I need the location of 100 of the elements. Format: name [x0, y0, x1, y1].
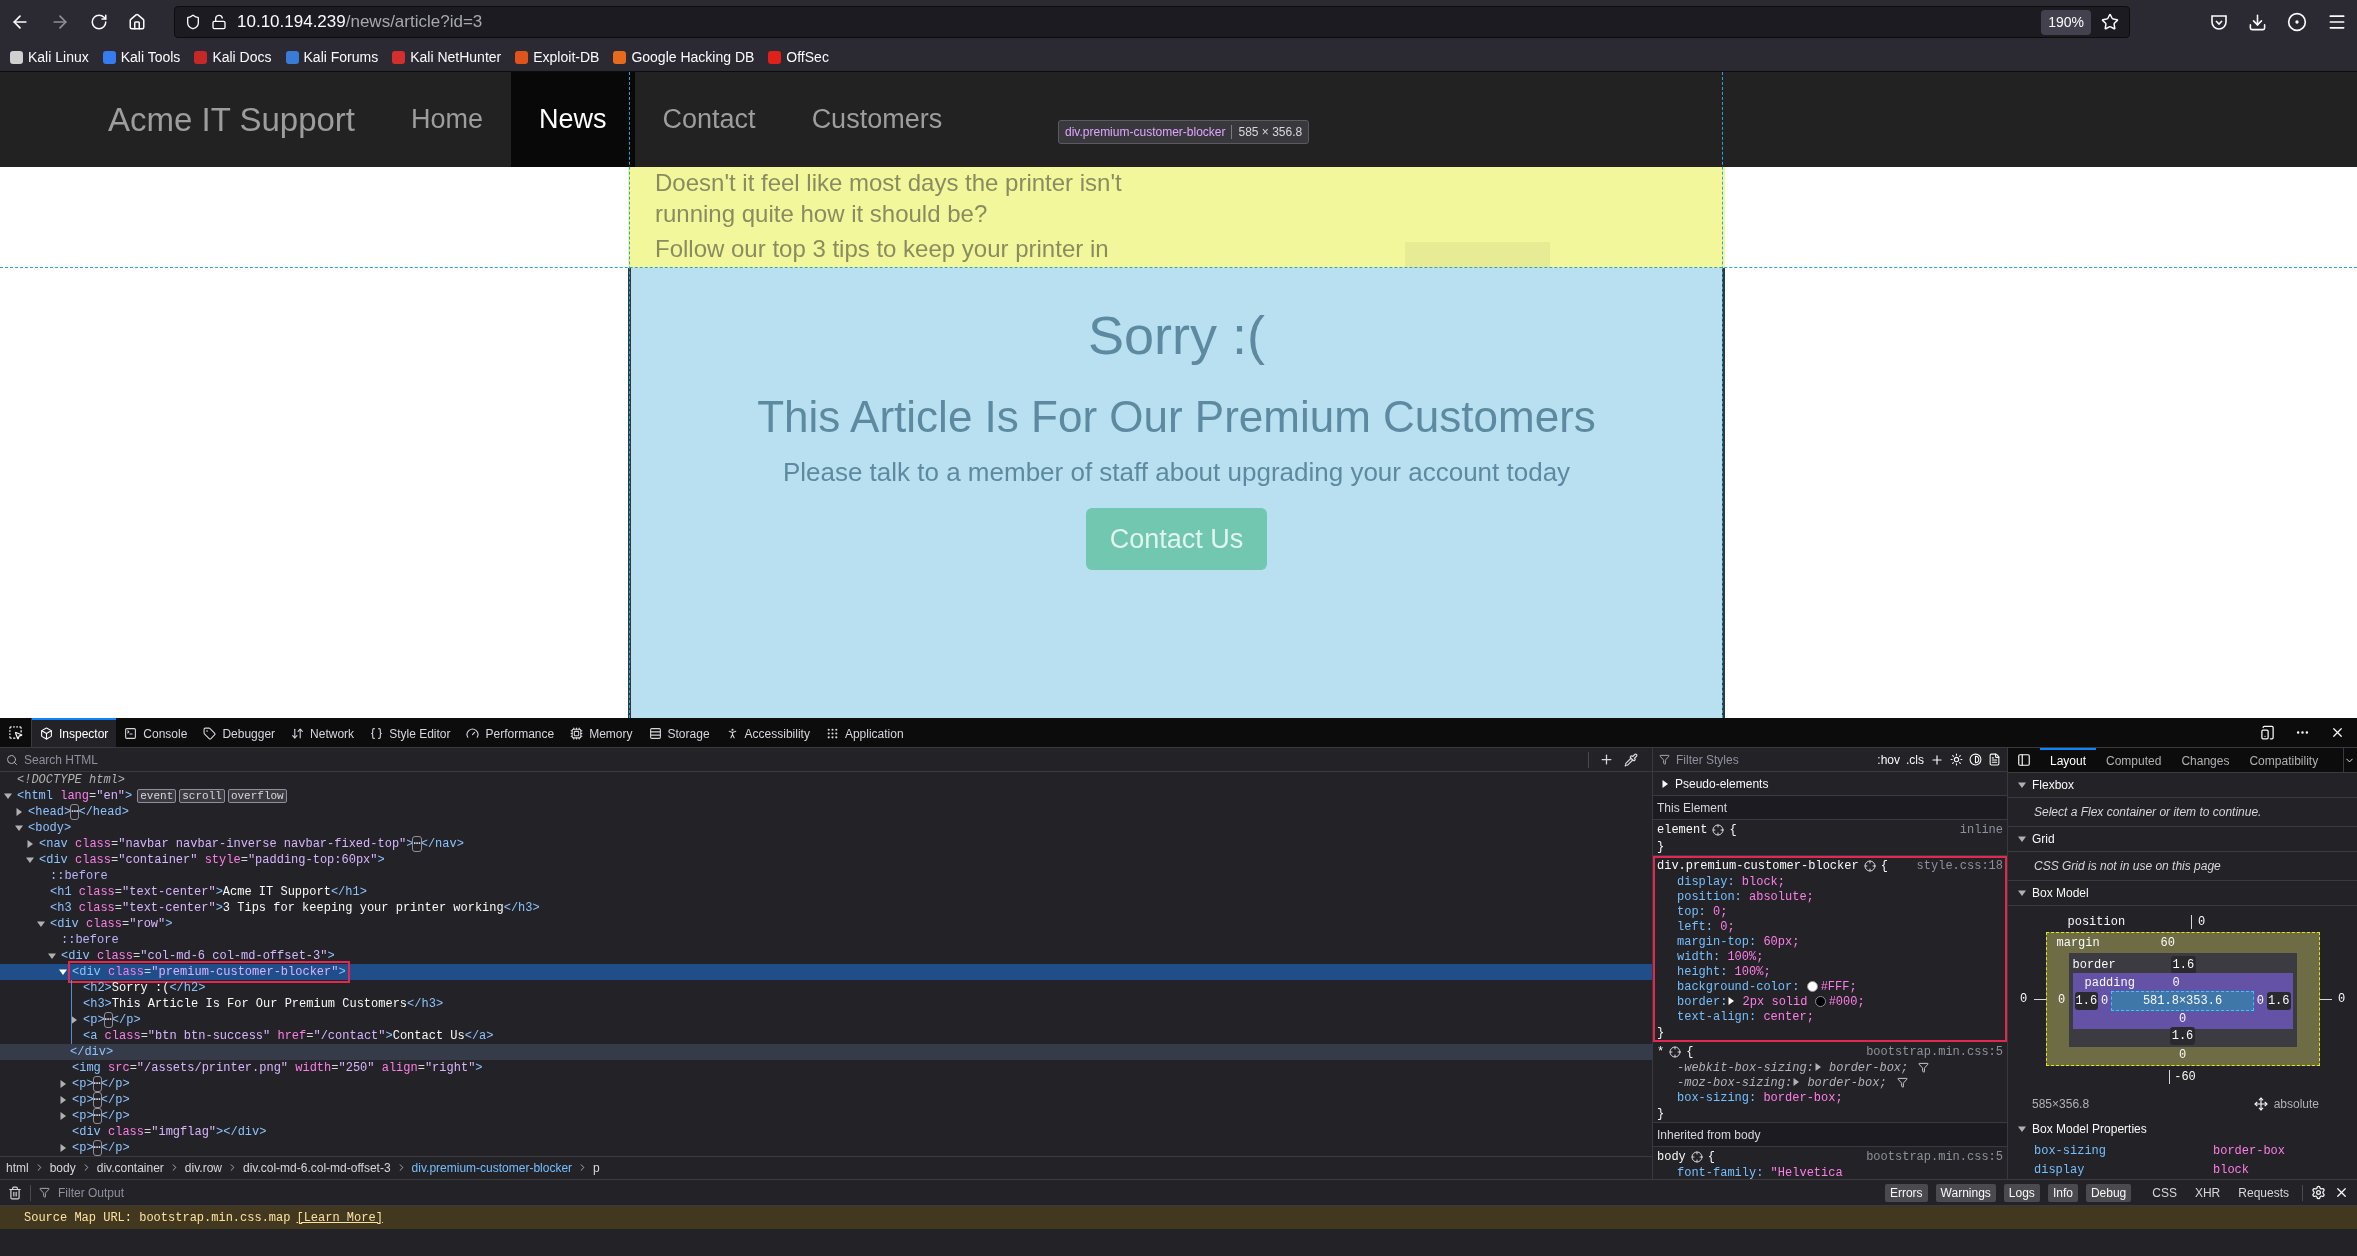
expanded-arrow-icon[interactable] — [2018, 889, 2026, 897]
collapsed-arrow-icon[interactable] — [59, 1096, 67, 1104]
tree-row[interactable]: <div class="row"> — [0, 916, 1652, 932]
bookmark-link[interactable]: Kali NetHunter — [410, 47, 502, 68]
bookmark-link[interactable]: OffSec — [786, 47, 829, 68]
nav-link[interactable]: Home — [383, 72, 512, 167]
box-model-value[interactable]: 0 — [2101, 992, 2109, 1010]
dark-scheme-icon[interactable] — [1969, 753, 1982, 766]
box-model-value[interactable]: 1.6 — [2169, 1027, 2196, 1045]
devtools-tab[interactable]: Console — [116, 718, 196, 747]
account-icon[interactable] — [2287, 12, 2307, 32]
close-icon[interactable] — [2330, 725, 2345, 740]
rule-source-link[interactable]: bootstrap.min.css:5 — [1866, 1148, 2003, 1166]
css-selector[interactable]: element — [1657, 821, 1708, 839]
log-filter-toggle[interactable]: Errors — [1884, 1183, 1928, 1202]
log-filter-toggle[interactable]: Requests — [2233, 1183, 2294, 1202]
tree-row[interactable]: </div> — [0, 1044, 1652, 1060]
collapsed-arrow-icon[interactable] — [1813, 1063, 1822, 1072]
section-title[interactable]: Grid — [2032, 830, 2055, 848]
devtools-tab[interactable]: Storage — [640, 718, 718, 747]
box-model-value[interactable]: 0 — [2331, 990, 2352, 1008]
insecure-lock-icon[interactable] — [211, 14, 227, 30]
close-icon[interactable] — [2334, 1185, 2349, 1200]
clear-console-icon[interactable] — [8, 1185, 22, 1200]
collapsed-arrow-icon[interactable] — [59, 1112, 67, 1120]
settings-icon[interactable] — [2311, 1185, 2326, 1200]
log-filter-toggle[interactable]: Debug — [2085, 1183, 2132, 1202]
log-filter-toggle[interactable]: Logs — [2003, 1183, 2040, 1202]
pseudo-class-toggle[interactable]: .cls — [1906, 750, 1924, 769]
devtools-tab[interactable]: Application — [817, 718, 912, 747]
sidebar-tab[interactable]: Computed — [2096, 748, 2172, 772]
download-icon[interactable] — [2248, 12, 2267, 32]
box-model-value[interactable]: 0 — [2198, 913, 2206, 931]
section-title[interactable]: Flexbox — [2032, 776, 2075, 794]
inspector-tag[interactable]: overflow — [227, 789, 287, 803]
toggle-pane-icon[interactable] — [2017, 753, 2031, 767]
breadcrumb-item[interactable]: html — [6, 1158, 29, 1177]
devtools-tab[interactable]: Performance — [458, 718, 563, 747]
tree-row[interactable]: <html lang="en"> event scroll overflow — [0, 788, 1652, 804]
section-toggle[interactable]: Pseudo-elements — [1675, 774, 1769, 793]
filter-output-field[interactable]: Filter Output — [58, 1183, 358, 1202]
filter-icon[interactable] — [1918, 1062, 1930, 1073]
nav-link[interactable]: Contact — [634, 72, 784, 167]
tree-row[interactable]: <div class="container" style="padding-top:60px"> — [0, 852, 1652, 868]
highlight-target-icon[interactable] — [1863, 860, 1876, 872]
box-model-value[interactable]: 60 — [2160, 934, 2175, 952]
expanded-arrow-icon[interactable] — [4, 792, 12, 800]
tree-row[interactable]: <a class="btn btn-success" href="/contact">Contact Us</a> — [0, 1028, 1652, 1044]
pocket-icon[interactable] — [2210, 13, 2228, 31]
rule-source-link[interactable]: inline — [1959, 821, 2003, 839]
highlight-target-icon[interactable] — [1690, 1151, 1703, 1163]
box-model-value[interactable]: 0 — [2178, 1010, 2187, 1028]
box-model-value[interactable]: 0 — [2172, 974, 2180, 992]
log-filter-toggle[interactable]: XHR — [2189, 1183, 2226, 1202]
bookmark-link[interactable]: Kali Tools — [120, 47, 181, 68]
bookmark-link[interactable]: Kali Linux — [28, 47, 89, 68]
element-picker-icon[interactable] — [8, 725, 23, 740]
collapsed-arrow-icon[interactable] — [1727, 997, 1736, 1006]
bookmark-link[interactable]: Google Hacking DB — [631, 47, 755, 68]
add-node-icon[interactable] — [1599, 752, 1614, 767]
inspector-tag[interactable]: event — [137, 789, 177, 803]
learn-more-link[interactable]: [Learn More] — [296, 1208, 383, 1227]
inspector-tag[interactable]: scroll — [179, 789, 225, 803]
responsive-mode-icon[interactable] — [2260, 725, 2275, 740]
collapsed-arrow-icon[interactable] — [26, 840, 34, 848]
expanded-arrow-icon[interactable] — [2018, 781, 2026, 789]
css-selector[interactable]: * — [1657, 1043, 1665, 1061]
breadcrumb-item[interactable]: div.container — [96, 1158, 164, 1177]
tree-row[interactable]: <div class="imgflag"></div> — [0, 1124, 1652, 1140]
expanded-arrow-icon[interactable] — [59, 968, 67, 976]
box-model-value[interactable]: 1.6 — [2266, 992, 2291, 1010]
collapsed-arrow-icon[interactable] — [59, 1080, 67, 1088]
tree-row[interactable]: <!DOCTYPE html> — [0, 772, 1652, 788]
collapsed-arrow-icon[interactable] — [15, 808, 23, 816]
expanded-arrow-icon[interactable] — [37, 920, 45, 928]
sidebar-tab[interactable]: Layout — [2040, 748, 2097, 772]
color-swatch[interactable] — [1814, 995, 1826, 1007]
devtools-tab[interactable]: Inspector — [32, 718, 117, 747]
highlight-target-icon[interactable] — [1712, 824, 1725, 836]
log-filter-toggle[interactable]: Warnings — [1935, 1183, 1996, 1202]
css-selector[interactable]: body — [1657, 1148, 1686, 1166]
bookmark-link[interactable]: Exploit-DB — [533, 47, 600, 68]
eyedropper-icon[interactable] — [1624, 752, 1638, 767]
expanded-arrow-icon[interactable] — [26, 856, 34, 864]
tree-row[interactable]: <div class="premium-customer-blocker"> — [0, 964, 1652, 980]
bookmark-link[interactable]: Kali Docs — [212, 47, 272, 68]
css-declaration[interactable]: font-family: "Helvetica — [1677, 1163, 1843, 1179]
tree-row[interactable]: <body> — [0, 820, 1652, 836]
devtools-tab[interactable]: Network — [283, 718, 363, 747]
expanded-arrow-icon[interactable] — [2018, 835, 2026, 843]
breadcrumb-item[interactable]: div.col-md-6.col-md-offset-3 — [243, 1158, 391, 1177]
home-icon[interactable] — [128, 13, 146, 31]
search-html-field[interactable]: Search HTML — [24, 750, 1582, 769]
bookmark-link[interactable]: Kali Forums — [303, 47, 379, 68]
box-model-value[interactable]: -60 — [2174, 1068, 2196, 1086]
breadcrumb-item[interactable]: p — [593, 1158, 600, 1177]
menu-icon[interactable] — [2327, 12, 2347, 32]
expanded-arrow-icon[interactable] — [2018, 1124, 2026, 1133]
color-swatch[interactable] — [1806, 980, 1818, 992]
tree-row[interactable]: <img src="/assets/printer.png" width="250" align="right"> — [0, 1060, 1652, 1076]
